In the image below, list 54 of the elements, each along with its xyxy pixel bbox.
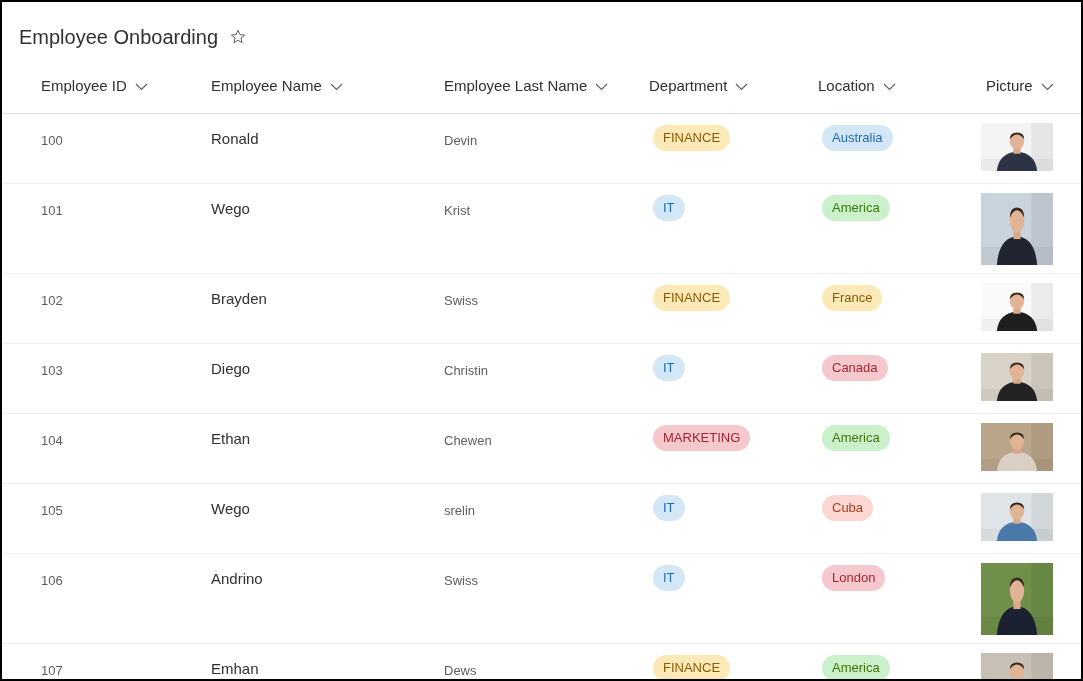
last-name-cell: Devin — [444, 133, 478, 148]
tag: America — [822, 425, 890, 451]
tag: Canada — [822, 355, 888, 381]
id-cell: 102 — [41, 293, 63, 308]
tag: Cuba — [822, 495, 874, 521]
chevron-down-icon — [134, 82, 148, 91]
last-name-cell: Chewen — [444, 433, 492, 448]
chevron-down-icon — [735, 82, 749, 91]
tag: FINANCE — [653, 125, 731, 151]
column-header[interactable]: Location — [818, 75, 875, 98]
tag: FINANCE — [653, 655, 731, 679]
tag: FINANCE — [653, 285, 731, 311]
name-cell: Ronald — [211, 130, 259, 147]
column-header[interactable]: Employee ID — [41, 75, 127, 98]
tag: France — [822, 285, 883, 311]
chevron-down-icon — [329, 82, 343, 91]
id-cell: 101 — [41, 203, 63, 218]
last-name-cell: Krist — [444, 203, 470, 218]
name-cell: Diego — [211, 360, 251, 377]
chevron-down-icon — [595, 82, 609, 91]
chevron-down-icon — [1040, 82, 1054, 91]
id-cell: 103 — [41, 363, 63, 378]
chevron-down-icon — [882, 82, 896, 91]
tag: MARKETING — [653, 425, 751, 451]
last-name-cell: Swiss — [444, 573, 478, 588]
id-cell: 107 — [41, 663, 63, 678]
tag: London — [822, 565, 886, 591]
id-cell: 100 — [41, 133, 63, 148]
id-cell: 104 — [41, 433, 63, 448]
tag: IT — [653, 565, 685, 591]
name-cell: Brayden — [211, 290, 267, 307]
tag: IT — [653, 355, 685, 381]
tag: IT — [653, 195, 685, 221]
column-header[interactable]: Employee Name — [211, 75, 322, 98]
tag: IT — [653, 495, 685, 521]
last-name-cell: Dews — [444, 663, 477, 678]
favorite-star-icon[interactable] — [230, 29, 246, 45]
name-cell: Wego — [211, 500, 250, 517]
column-header[interactable]: Department — [649, 75, 728, 98]
last-name-cell: srelin — [444, 503, 476, 518]
tag: America — [822, 195, 890, 221]
tag: Australia — [822, 125, 893, 151]
name-cell: Andrino — [211, 570, 263, 587]
name-cell: Emhan — [211, 660, 259, 677]
column-header[interactable]: Picture — [986, 75, 1033, 98]
id-cell: 106 — [41, 573, 63, 588]
list-title: Employee Onboarding — [19, 25, 218, 50]
name-cell: Wego — [211, 200, 250, 217]
last-name-cell: Christin — [444, 363, 489, 378]
last-name-cell: Swiss — [444, 293, 478, 308]
tag: America — [822, 655, 890, 679]
column-header[interactable]: Employee Last Name — [444, 75, 588, 98]
id-cell: 105 — [41, 503, 63, 518]
name-cell: Ethan — [211, 430, 251, 447]
